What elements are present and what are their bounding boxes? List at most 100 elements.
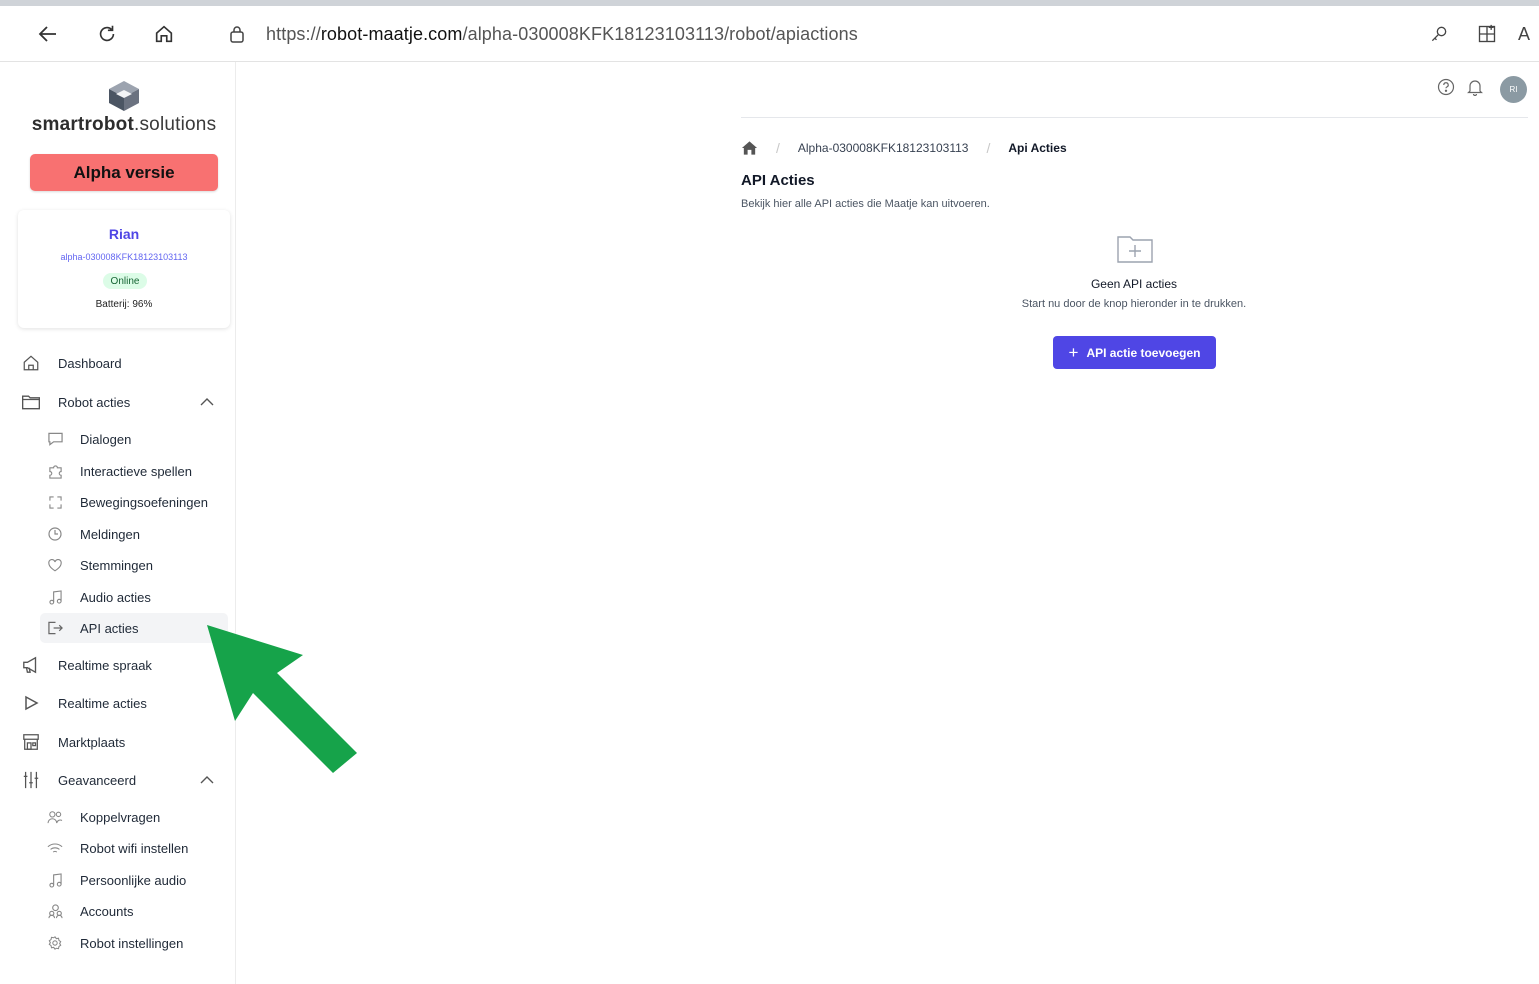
sidebar-item-label: Realtime spraak: [58, 657, 152, 673]
logo-cube-icon: [109, 81, 139, 111]
music-icon: [46, 871, 64, 889]
home-icon[interactable]: [741, 140, 758, 156]
submenu-label: Robot wifi instellen: [80, 840, 189, 856]
browser-toolbar: https://robot-maatje.com/alpha-030008KFK…: [0, 6, 1539, 62]
sidebar-item-realtime-spraak[interactable]: Realtime spraak: [20, 650, 152, 680]
submenu-label: Persoonlijke audio: [80, 872, 187, 888]
breadcrumb-separator: /: [776, 140, 780, 156]
green-arrow-annotation: [207, 625, 357, 773]
submenu-label: Dialogen: [80, 431, 132, 447]
logo-text: smartrobot.solutions: [12, 114, 236, 136]
sidebar: smartrobot.solutions Alpha versie Rian a…: [12, 62, 236, 984]
battery-level: Batterij: 96%: [95, 299, 153, 310]
address-bar[interactable]: https://robot-maatje.com/alpha-030008KFK…: [212, 14, 1522, 54]
sidebar-item-geavanceerd[interactable]: Geavanceerd: [20, 765, 136, 795]
sidebar-item-api-acties[interactable]: API acties: [40, 613, 228, 643]
breadcrumb-current: Api Acties: [1008, 141, 1067, 155]
accounts-icon: [46, 902, 64, 920]
sidebar-item-marktplaats[interactable]: Marktplaats: [20, 727, 125, 757]
bell-icon[interactable]: [1466, 78, 1484, 96]
add-api-action-label: API actie toevoegen: [1086, 345, 1201, 360]
sidebar-item-robot-wifi-instellen[interactable]: Robot wifi instellen: [40, 833, 228, 863]
submenu-label: Audio acties: [80, 589, 151, 605]
home-button[interactable]: [150, 20, 178, 48]
users-icon: [46, 808, 64, 826]
status-badge: Online: [103, 273, 147, 289]
logo-rest: .solutions: [134, 114, 217, 135]
heart-icon: [46, 556, 64, 574]
robot-card: Rian alpha-030008KFK18123103113 Online B…: [18, 210, 230, 328]
back-button[interactable]: [34, 20, 62, 48]
reload-button[interactable]: [93, 20, 121, 48]
header-divider: [741, 117, 1528, 118]
sidebar-item-interactieve-spellen[interactable]: Interactieve spellen: [40, 456, 228, 486]
home-icon: [20, 353, 42, 373]
submenu-label: API acties: [80, 620, 139, 636]
alpha-version-badge: Alpha versie: [30, 154, 218, 191]
key-icon: [1431, 26, 1447, 42]
wifi-icon: [46, 839, 64, 857]
url-domain: robot-maatje.com: [320, 23, 463, 44]
sidebar-item-dialogen[interactable]: Dialogen: [40, 424, 228, 454]
clock-icon: [46, 525, 64, 543]
puzzle-icon: [46, 462, 64, 480]
password-button[interactable]: [1425, 20, 1453, 48]
api-icon: [46, 619, 64, 637]
breadcrumb: / Alpha-030008KFK18123103113 / Api Actie…: [741, 138, 1067, 158]
breadcrumb-separator: /: [986, 140, 991, 156]
scrollbar-area[interactable]: [1532, 62, 1539, 984]
logo: [12, 80, 236, 117]
music-icon: [46, 588, 64, 606]
sidebar-item-label: Marktplaats: [58, 734, 126, 750]
avatar[interactable]: RI: [1500, 76, 1527, 103]
home-icon: [155, 25, 173, 43]
folder-icon: [20, 392, 42, 412]
submenu-label: Accounts: [80, 903, 134, 919]
add-api-action-button[interactable]: + API actie toevoegen: [1053, 336, 1216, 369]
reload-icon: [99, 25, 115, 42]
sidebar-item-meldingen[interactable]: Meldingen: [40, 519, 228, 549]
url-prefix: https://: [266, 23, 321, 44]
expand-icon: [46, 493, 64, 511]
settings-icon: [46, 934, 64, 952]
sidebar-item-robot-acties[interactable]: Robot acties: [20, 387, 130, 417]
breadcrumb-robot[interactable]: Alpha-030008KFK18123103113: [798, 141, 969, 155]
chevron-up-icon[interactable]: [198, 393, 216, 411]
submenu-label: Robot instellingen: [80, 935, 184, 951]
logo-bold: smartrobot: [31, 114, 134, 135]
sidebar-item-realtime-acties[interactable]: Realtime acties: [20, 688, 147, 718]
sidebar-item-label: Geavanceerd: [58, 772, 137, 788]
robot-id: alpha-030008KFK18123103113: [60, 252, 188, 262]
profile-letter[interactable]: A: [1518, 20, 1538, 48]
sidebar-item-bewegingsoefeningen[interactable]: Bewegingsoefeningen: [40, 487, 228, 517]
url-path: /alpha-030008KFK18123103113/robot/apiact…: [462, 23, 858, 44]
submenu-label: Meldingen: [80, 526, 140, 542]
submenu-label: Stemmingen: [80, 557, 153, 573]
play-icon: [20, 693, 42, 713]
sidebar-item-dashboard[interactable]: Dashboard: [20, 348, 122, 378]
submenu-label: Bewegingsoefeningen: [80, 494, 208, 510]
sidebar-item-koppelvragen[interactable]: Koppelvragen: [40, 802, 228, 832]
empty-state-subtitle: Start nu door de knop hieronder in te dr…: [1021, 298, 1247, 310]
arrow-left-icon: [38, 26, 56, 42]
page-subtitle: Bekijk hier alle API acties die Maatje k…: [741, 198, 990, 210]
sidebar-item-label: Robot acties: [58, 394, 131, 410]
submenu-label: Koppelvragen: [80, 809, 161, 825]
help-icon[interactable]: [1437, 78, 1455, 96]
sidebar-item-label: Realtime acties: [58, 695, 147, 711]
store-icon: [20, 732, 42, 752]
apps-icon: [1478, 24, 1496, 43]
robot-name: Rian: [108, 226, 140, 242]
sidebar-item-label: Dashboard: [58, 355, 122, 371]
sidebar-item-stemmingen[interactable]: Stemmingen: [40, 550, 228, 580]
sidebar-item-audio-acties[interactable]: Audio acties: [40, 582, 228, 612]
apps-button[interactable]: [1473, 20, 1501, 48]
megaphone-icon: [20, 655, 42, 675]
sidebar-item-robot-instellingen[interactable]: Robot instellingen: [40, 928, 228, 958]
sidebar-item-persoonlijke-audio[interactable]: Persoonlijke audio: [40, 865, 228, 895]
empty-state-title: Geen API acties: [1090, 277, 1178, 291]
folder-plus-icon: [1117, 236, 1153, 263]
page-title: API Acties: [741, 172, 815, 189]
sidebar-item-accounts[interactable]: Accounts: [40, 896, 228, 926]
url-text: https://robot-maatje.com/alpha-030008KFK…: [266, 24, 858, 45]
